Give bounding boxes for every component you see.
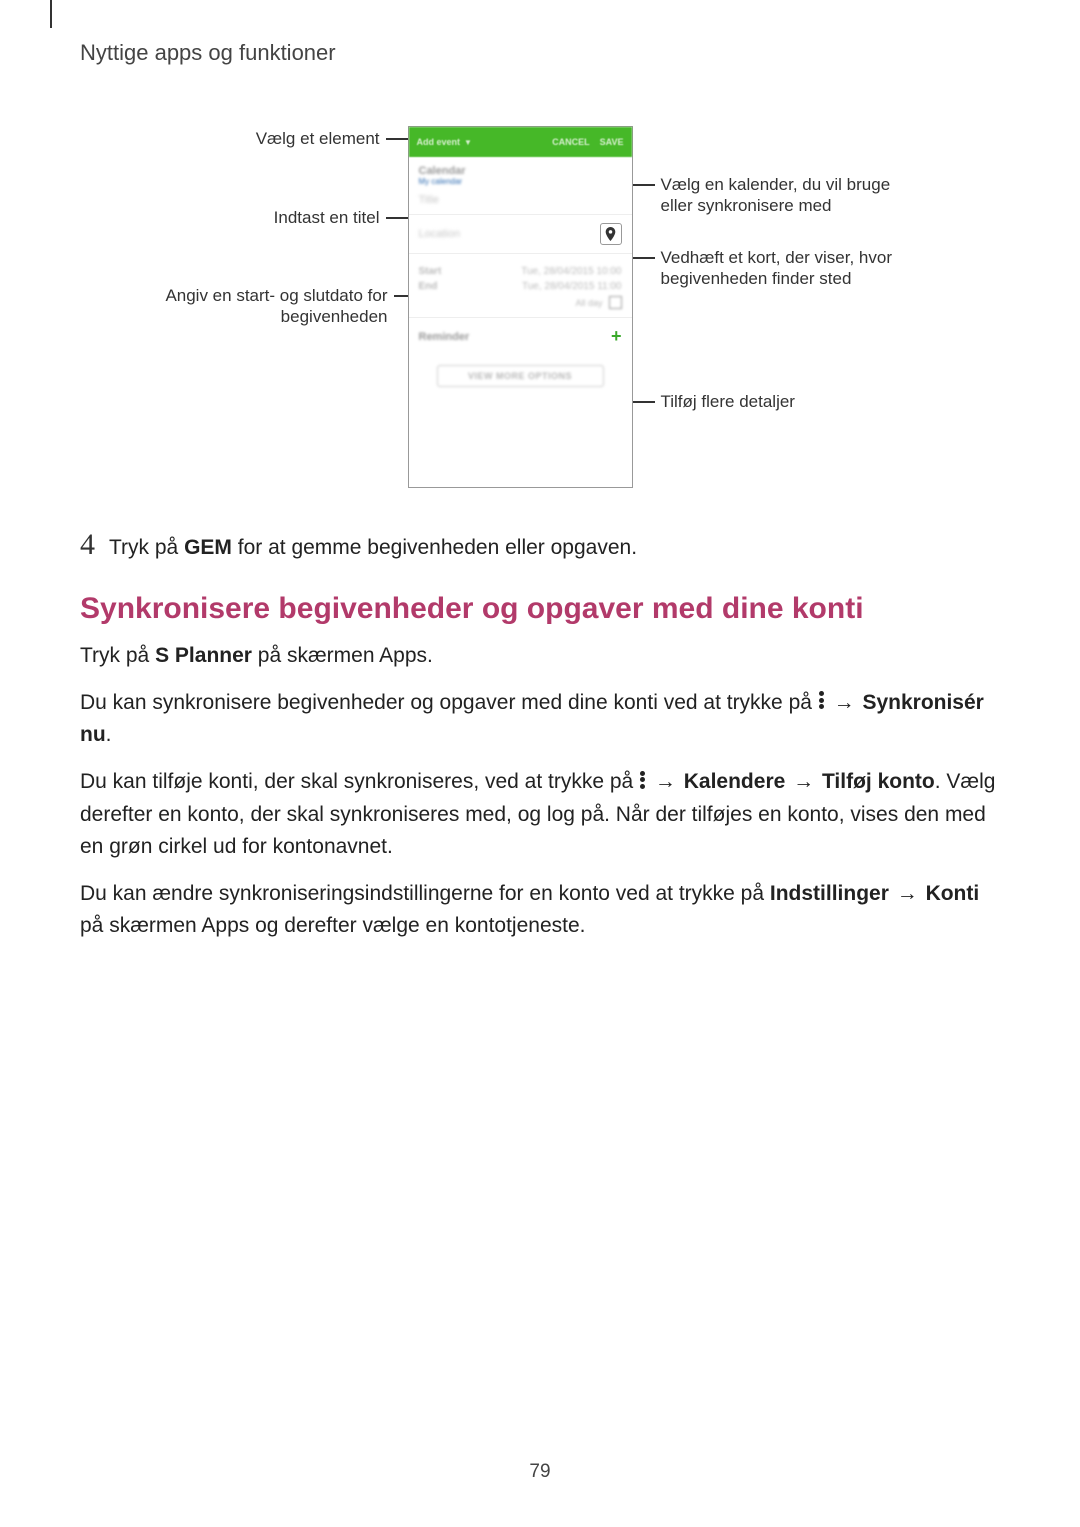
left-callouts: Vælg et element Indtast en titel Angiv e…	[148, 126, 408, 327]
page-notch	[50, 0, 52, 28]
add-reminder-plus-icon: +	[611, 326, 622, 347]
callout-select-element: Vælg et element	[256, 128, 380, 149]
all-day-label: All day	[575, 298, 602, 308]
right-callouts: Vælg en kalender, du vil bruge eller syn…	[633, 126, 933, 412]
phone-toolbar: Add event ▼ CANCEL SAVE	[409, 127, 632, 157]
paragraph-2: Du kan synkronisere begivenheder og opga…	[80, 687, 1000, 752]
location-section: Location	[409, 215, 632, 254]
title-field-label: Title	[419, 194, 622, 206]
view-more-options: VIEW MORE OPTIONS	[437, 365, 604, 387]
leader-line	[386, 217, 408, 219]
step-text: Tryk på GEM for at gemme begivenheden el…	[109, 533, 637, 562]
end-datetime: Tue, 28/04/2015 11:00	[522, 281, 622, 292]
reminder-section: Reminder +	[409, 318, 632, 355]
callout-enter-title: Indtast en titel	[274, 207, 380, 228]
leader-line	[633, 401, 655, 403]
callout-choose-calendar: Vælg en kalender, du vil bruge eller syn…	[661, 174, 921, 217]
calendar-chooser-section: Calendar My calendar Title	[409, 157, 632, 215]
calendar-diagram: Vælg et element Indtast en titel Angiv e…	[80, 126, 1000, 488]
phone-screenshot: Add event ▼ CANCEL SAVE Calendar My cale…	[408, 126, 633, 488]
cancel-button-label: CANCEL	[552, 137, 590, 147]
map-pin-icon	[600, 223, 622, 245]
more-options-icon	[819, 690, 825, 711]
add-event-label: Add event	[417, 137, 461, 147]
leader-line	[633, 184, 655, 186]
calendar-label: Calendar	[419, 165, 622, 177]
step-number: 4	[80, 528, 95, 562]
datetime-section: Start Tue, 28/04/2015 10:00 End Tue, 28/04…	[409, 254, 632, 318]
all-day-checkbox	[609, 296, 622, 309]
paragraph-3: Du kan tilføje konti, der skal synkronis…	[80, 766, 1000, 864]
section-heading-sync: Synkronisere begivenheder og opgaver med…	[80, 592, 1000, 626]
leader-line	[394, 295, 408, 297]
phone-blank-area	[409, 397, 632, 487]
page-content: Nyttige apps og funktioner Vælg et eleme…	[0, 0, 1080, 997]
paragraph-4: Du kan ændre synkroniseringsindstillinge…	[80, 878, 1000, 943]
callout-attach-map: Vedhæft et kort, der viser, hvor begiven…	[661, 247, 931, 290]
start-label: Start	[419, 266, 442, 277]
dropdown-triangle-icon: ▼	[464, 138, 472, 147]
leader-line	[386, 138, 408, 140]
page-number: 79	[0, 1461, 1080, 1483]
more-options-icon	[640, 769, 646, 790]
paragraph-1: Tryk på S Planner på skærmen Apps.	[80, 640, 1000, 673]
my-calendar-label: My calendar	[419, 177, 622, 186]
step-4: 4 Tryk på GEM for at gemme begivenheden …	[80, 528, 1000, 562]
end-label: End	[419, 281, 438, 292]
save-button-label: SAVE	[600, 137, 624, 147]
callout-start-end: Angiv en start- og slutdato for begivenh…	[158, 285, 388, 328]
location-field-label: Location	[419, 228, 461, 240]
callout-more-details: Tilføj flere detaljer	[661, 391, 795, 412]
start-datetime: Tue, 28/04/2015 10:00	[521, 266, 621, 277]
leader-line	[633, 257, 655, 259]
page-header: Nyttige apps og funktioner	[80, 40, 1000, 66]
reminder-label: Reminder	[419, 331, 470, 343]
